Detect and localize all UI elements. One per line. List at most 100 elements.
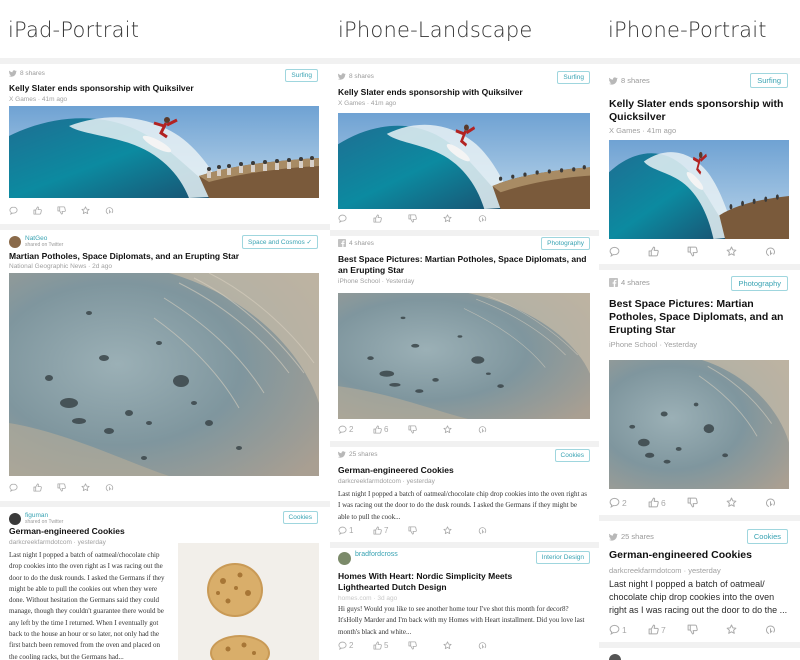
comment-button[interactable]: 1 [338, 526, 373, 535]
username[interactable]: NatGeo [25, 235, 47, 242]
shared-by: NatGeo shared on Twitter [25, 235, 63, 248]
portrait-card3-actions: 1 7 [609, 624, 789, 635]
article-headline[interactable]: Martian Potholes, Space Diplomats, and a… [9, 251, 319, 262]
article-headline[interactable]: German-engineered Cookies [609, 549, 794, 562]
comment-count: 1 [349, 526, 354, 535]
topic-tag[interactable]: Surfing [557, 71, 590, 84]
comment-button[interactable]: 2 [338, 425, 373, 434]
article-headline[interactable]: German-engineered Cookies [338, 465, 588, 476]
twitter-bird-icon [338, 451, 346, 458]
twitter-bird-icon [609, 533, 618, 541]
share-count: 4 shares [609, 278, 650, 287]
article-headline[interactable]: Kelly Slater ends sponsorship with Quiks… [338, 87, 588, 98]
share-button[interactable] [478, 641, 513, 650]
facebook-icon [609, 278, 618, 287]
comment-button[interactable]: 1 [609, 624, 648, 635]
like-button[interactable]: 6 [373, 425, 408, 434]
share-button[interactable] [478, 214, 513, 223]
twitter-bird-icon [9, 70, 17, 77]
dislike-button[interactable] [408, 526, 443, 535]
topic-tag[interactable]: Surfing [750, 73, 788, 88]
like-button[interactable]: 6 [648, 497, 687, 508]
share-button[interactable] [478, 425, 513, 434]
favorite-button[interactable] [726, 497, 765, 508]
username[interactable]: bradfordcross [355, 551, 398, 558]
favorite-button[interactable] [443, 526, 478, 535]
topic-tag[interactable]: Surfing [285, 69, 318, 82]
topic-tag[interactable]: Photography [541, 237, 590, 250]
shared-on: shared on Twitter [25, 242, 64, 248]
comment-button[interactable]: 2 [338, 641, 373, 650]
article-headline[interactable]: German-engineered Cookies [9, 526, 209, 537]
surfing-photo[interactable] [9, 106, 319, 198]
share-button[interactable] [105, 206, 129, 215]
thumbs-up-icon [373, 641, 382, 650]
share-icon [478, 641, 487, 650]
username[interactable]: figuman [25, 512, 48, 519]
mars-photo[interactable] [609, 360, 789, 489]
avatar[interactable] [9, 236, 21, 248]
article-headline[interactable]: Best Space Pictures: Martian Potholes, S… [338, 254, 593, 276]
topic-tag[interactable]: Photography [731, 276, 788, 291]
topic-tag[interactable]: Interior Design [535, 551, 590, 564]
mars-photo[interactable] [9, 273, 319, 476]
dislike-button[interactable] [57, 206, 81, 215]
comment-icon [609, 246, 620, 257]
dislike-button[interactable] [408, 425, 443, 434]
surfing-photo[interactable] [338, 113, 590, 209]
comment-button[interactable] [9, 483, 33, 492]
favorite-button[interactable] [443, 214, 478, 223]
like-button[interactable]: 5 [373, 641, 408, 650]
article-headline[interactable]: Homes With Heart: Nordic Simplicity Meet… [338, 571, 558, 593]
avatar[interactable] [338, 552, 351, 565]
comment-button[interactable]: 2 [609, 497, 648, 508]
dislike-button[interactable] [57, 483, 81, 492]
favorite-button[interactable] [726, 624, 765, 635]
share-button[interactable] [765, 246, 789, 257]
favorite-button[interactable] [726, 246, 765, 257]
comment-button[interactable] [9, 206, 33, 215]
feed-separator [330, 441, 599, 447]
thumbs-down-icon [687, 497, 698, 508]
iphone-portrait-title: iPhone-Portrait [608, 18, 767, 42]
share-button[interactable] [765, 497, 789, 508]
favorite-button[interactable] [81, 483, 105, 492]
topic-tag[interactable]: Space and Cosmos ✓ [242, 235, 318, 249]
like-button[interactable] [33, 483, 57, 492]
article-headline[interactable]: Kelly Slater ends sponsorship with Quick… [609, 98, 794, 124]
dislike-button[interactable] [687, 246, 726, 257]
topic-tag[interactable]: Cookies [746, 529, 788, 544]
topic-tag[interactable]: Cookies [554, 449, 590, 462]
cookies-photo[interactable] [178, 543, 319, 660]
feed-separator [599, 58, 800, 64]
avatar[interactable] [9, 513, 21, 525]
avatar[interactable] [609, 654, 621, 660]
share-icon [765, 497, 776, 508]
dislike-button[interactable] [687, 497, 726, 508]
favorite-button[interactable] [81, 206, 105, 215]
article-headline[interactable]: Kelly Slater ends sponsorship with Quiks… [9, 83, 319, 94]
article-source: iPhone School · Yesterday [609, 340, 697, 349]
comment-button[interactable] [338, 214, 373, 223]
dislike-button[interactable] [408, 641, 443, 650]
comment-button[interactable] [609, 246, 648, 257]
share-button[interactable] [765, 624, 789, 635]
dislike-button[interactable] [408, 214, 443, 223]
share-button[interactable] [478, 526, 513, 535]
like-button[interactable] [373, 214, 408, 223]
favorite-button[interactable] [443, 641, 478, 650]
surfing-photo[interactable] [609, 140, 789, 239]
like-button[interactable] [33, 206, 57, 215]
thumbs-down-icon [408, 641, 417, 650]
comment-icon [9, 206, 18, 215]
share-button[interactable] [105, 483, 129, 492]
dislike-button[interactable] [687, 624, 726, 635]
topic-tag[interactable]: Cookies [282, 511, 318, 524]
like-button[interactable] [648, 246, 687, 257]
favorite-button[interactable] [443, 425, 478, 434]
mars-photo[interactable] [338, 293, 590, 419]
like-button[interactable]: 7 [648, 624, 687, 635]
like-button[interactable]: 7 [373, 526, 408, 535]
article-headline[interactable]: Best Space Pictures: Martian Potholes, S… [609, 298, 794, 337]
article-excerpt: Last night I popped a batch of oatmeal/ … [609, 579, 788, 615]
